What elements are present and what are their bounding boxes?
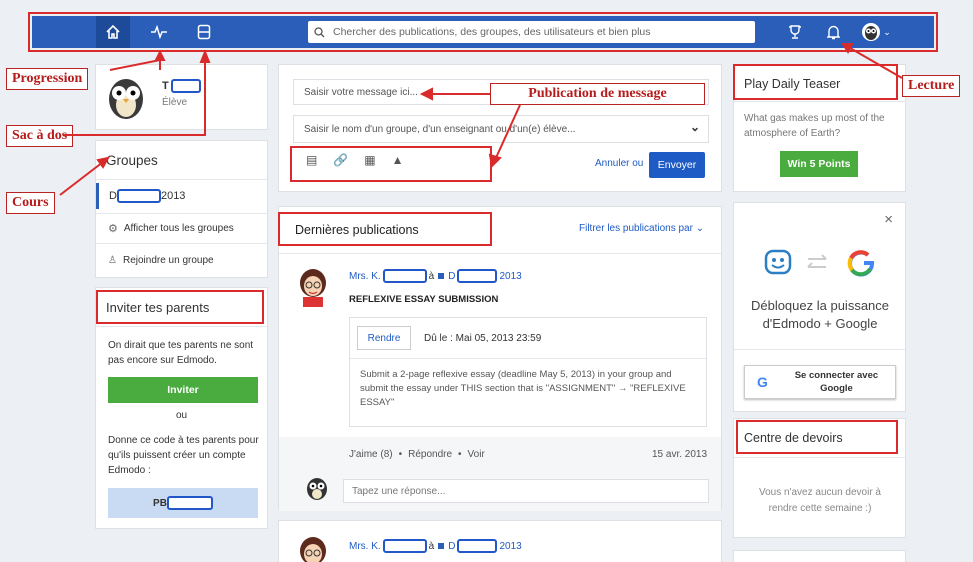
teaser-question: What gas makes up most of the atmosphere… (744, 113, 885, 139)
post-group[interactable]: D (448, 541, 455, 552)
post-to: à (428, 540, 435, 552)
post-to: à (428, 270, 435, 282)
recipient-placeholder: Saisir le nom d'un groupe, d'un enseigna… (304, 123, 576, 135)
navbar-highlight (28, 12, 938, 52)
google-promo-text: Débloquez la puissance d'Edmodo + Google (750, 298, 890, 331)
join-group-link[interactable]: ♙ Rejoindre un groupe (108, 255, 214, 266)
chevron-down-icon: ⌄ (695, 223, 705, 234)
turn-in-button[interactable]: Rendre (357, 326, 411, 350)
second-post-card: Mrs. K. à D 2013 (278, 520, 722, 562)
groups-title: Groupes (106, 153, 158, 168)
teacher-avatar (300, 537, 326, 562)
close-icon[interactable]: × (884, 211, 893, 228)
google-connect-card: × Débloquez la puissance d'Edmodo + Goog… (733, 202, 906, 412)
users-icon: ♙ (108, 255, 117, 266)
invite-text: On dirait que tes parents ne sont pas en… (108, 340, 254, 366)
profile-card: T Élève (95, 64, 268, 130)
chevron-down-icon: ⌄ (689, 120, 700, 134)
profile-name: T (162, 79, 201, 93)
win-points-button[interactable]: Win 5 Points (780, 151, 858, 177)
gear-icon: ⚙ (108, 223, 118, 235)
post-header: Mrs. K. à D 2013 (349, 539, 522, 553)
teacher-avatar (297, 267, 329, 307)
post-group[interactable]: D (448, 271, 455, 282)
invite-code-text: Donne ce code à tes parents pour qu'ils … (108, 435, 259, 476)
assignment-box: Rendre Dû le : Mai 05, 2013 23:59 Submit… (349, 317, 707, 427)
feed-card: Dernières publications Filtrer les publi… (278, 206, 722, 511)
groups-card: Groupes D 2013 ⚙ Afficher tous les groupes… (95, 140, 268, 278)
avatar (109, 79, 143, 119)
teaser-highlight (733, 64, 898, 100)
reading-label: Lecture (902, 75, 961, 97)
like-link[interactable]: J'aime (8) (349, 449, 393, 460)
post-group-year[interactable]: 2013 (499, 541, 521, 552)
post-header: Mrs. K. à D 2013 (349, 269, 522, 283)
attachments-highlight (290, 146, 492, 182)
post-title: REFLEXIVE ESSAY SUBMISSION (349, 294, 499, 305)
show-all-groups-label: Afficher tous les groupes (123, 223, 234, 234)
google-signin-button[interactable]: G Se connecter avec Google (744, 365, 896, 399)
group-item-year: 2013 (160, 190, 186, 202)
group-item-prefix: D (109, 190, 117, 202)
edmodo-google-logo (764, 249, 875, 277)
courses-label: Cours (6, 192, 55, 214)
homework-empty-text: Vous n'avez aucun devoir à rendre cette … (759, 487, 881, 514)
filter-posts-link[interactable]: Filtrer les publications par ⌄ (579, 223, 704, 234)
due-date: Dû le : Mai 05, 2013 23:59 (424, 333, 542, 344)
recipient-select[interactable]: Saisir le nom d'un groupe, d'un enseigna… (293, 115, 709, 143)
send-button[interactable]: Envoyer (649, 152, 705, 178)
join-group-label: Rejoindre un groupe (122, 255, 214, 266)
next-card (733, 550, 906, 562)
filter-label: Filtrer les publications par (579, 223, 693, 234)
profile-role: Élève (162, 97, 188, 108)
group-item[interactable]: D 2013 (96, 183, 267, 209)
invite-button[interactable]: Inviter (108, 377, 258, 403)
invite-highlight (96, 290, 264, 324)
reply-input[interactable]: Tapez une réponse... (343, 479, 709, 503)
post-actions: J'aime (8) • Répondre • Voir (349, 449, 485, 460)
post-group-year[interactable]: 2013 (499, 271, 521, 282)
show-all-groups-link[interactable]: ⚙ Afficher tous les groupes (108, 222, 234, 235)
or-separator: ou (175, 410, 188, 421)
post-date: 15 avr. 2013 (652, 449, 708, 460)
avatar (307, 478, 327, 500)
backpack-label: Sac à dos (6, 125, 74, 147)
google-icon: G (757, 374, 768, 390)
feed-title-highlight (278, 212, 492, 246)
assignment-description: Submit a 2-page reflexive essay (deadlin… (360, 369, 686, 408)
homework-highlight (736, 420, 898, 454)
reply-link[interactable]: Répondre (408, 449, 452, 460)
parent-code: PB (108, 488, 258, 518)
view-link[interactable]: Voir (468, 449, 485, 460)
publication-label: Publication de message (490, 83, 705, 105)
cancel-link[interactable]: Annuler ou (595, 158, 643, 169)
post-author[interactable]: Mrs. K. (349, 271, 381, 282)
progression-label: Progression (6, 68, 89, 90)
post-author[interactable]: Mrs. K. (349, 541, 381, 552)
parent-code-value: PB (153, 497, 167, 509)
google-signin-label: Se connecter avec Google (794, 370, 879, 394)
